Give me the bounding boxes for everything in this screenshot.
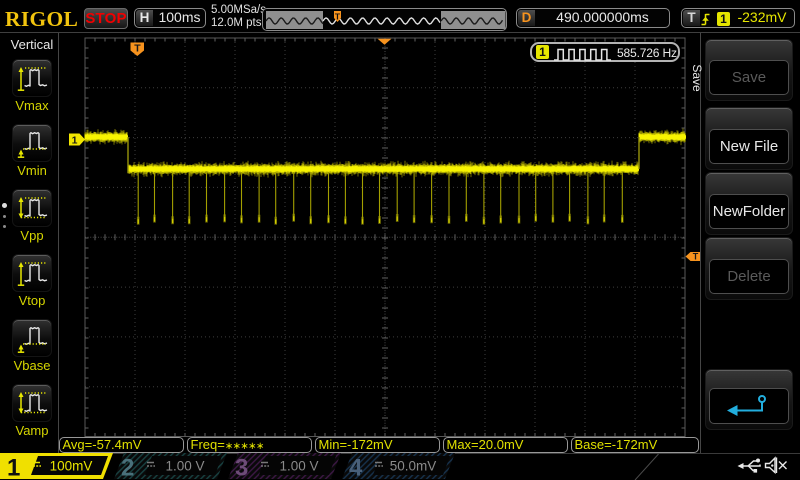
svg-text:T: T (335, 12, 341, 22)
svg-text:50.0mV: 50.0mV (390, 459, 437, 474)
svg-text:Save: Save (690, 64, 704, 92)
svg-text:100mV: 100mV (50, 459, 93, 474)
svg-text:2: 2 (121, 455, 134, 480)
svg-text:T: T (134, 43, 141, 55)
svg-text:1.00 V: 1.00 V (279, 459, 318, 474)
svg-text:1: 1 (72, 134, 78, 146)
svg-text:3: 3 (235, 455, 248, 480)
svg-text:1: 1 (7, 455, 20, 480)
svg-text:T: T (693, 252, 699, 262)
svg-text:4: 4 (349, 455, 363, 480)
svg-text:1.00 V: 1.00 V (165, 459, 204, 474)
